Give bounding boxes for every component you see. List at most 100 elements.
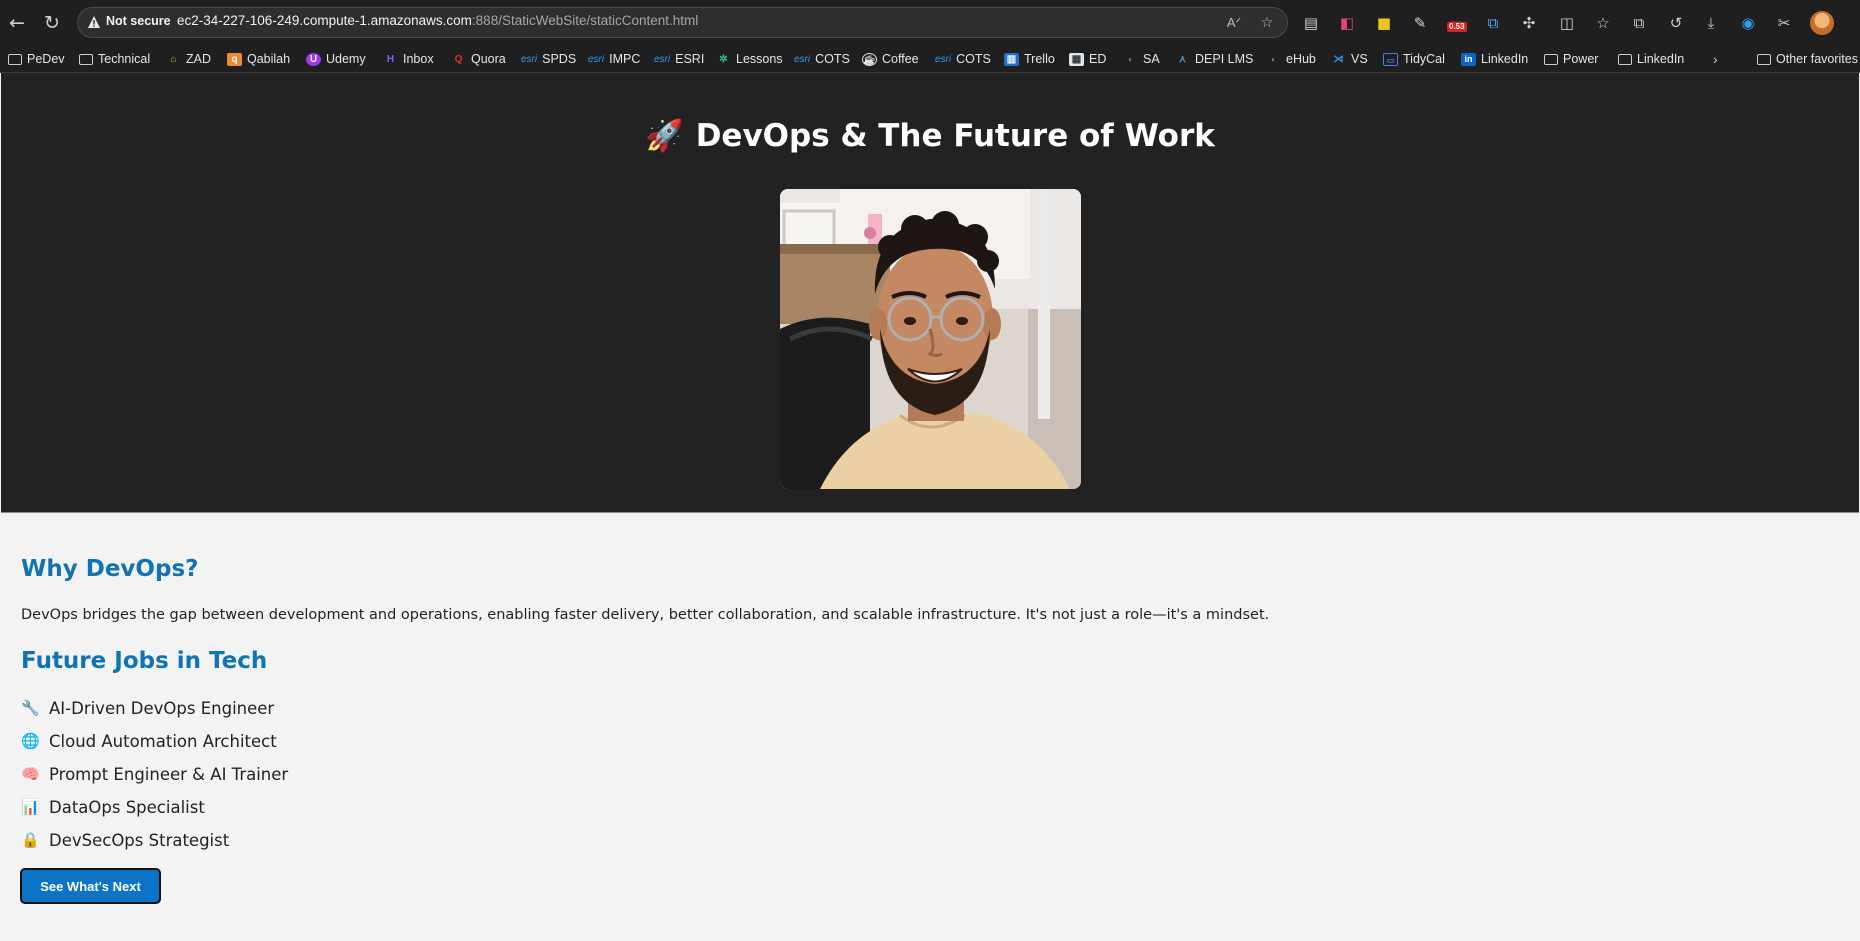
app-icon[interactable]: ▤ bbox=[1299, 11, 1323, 35]
bookmark-cots[interactable]: esri COTS bbox=[794, 51, 850, 67]
bookmark-other-favorites[interactable]: Other favorites bbox=[1757, 51, 1858, 67]
profile-photo-illustration bbox=[780, 189, 1081, 489]
inbox-icon: H bbox=[386, 53, 395, 65]
bookmark-label: DEPI LMS bbox=[1195, 52, 1254, 66]
folder-icon bbox=[1544, 53, 1558, 65]
bookmark-label: Power bbox=[1563, 52, 1599, 66]
extension-icon[interactable]: ◧ bbox=[1335, 11, 1359, 35]
vscode-icon: ⋊ bbox=[1333, 53, 1344, 65]
bookmark-udemy[interactable]: U Udemy bbox=[306, 51, 366, 67]
quora-icon: Q bbox=[454, 53, 463, 65]
bookmark-qabilah[interactable]: q Qabilah bbox=[227, 51, 290, 67]
why-devops-heading: Why DevOps? bbox=[21, 556, 199, 582]
collections-icon[interactable]: ⧉ bbox=[1627, 11, 1651, 35]
split-screen-icon[interactable]: ◫ bbox=[1555, 11, 1579, 35]
bookmark-label: Inbox bbox=[403, 52, 434, 66]
eyedropper-icon[interactable]: ✎ bbox=[1408, 11, 1432, 35]
bookmark-coffee[interactable]: ☕ Coffee bbox=[862, 51, 919, 67]
bookmark-vs[interactable]: ⋊ VS bbox=[1331, 51, 1368, 67]
depi-icon: ⋏ bbox=[1178, 53, 1187, 65]
bookmark-cots-2[interactable]: esri COTS bbox=[935, 51, 991, 67]
bookmark-quora[interactable]: Q Quora bbox=[451, 51, 506, 67]
bookmark-pedev[interactable]: PeDev bbox=[8, 51, 65, 67]
favorite-star-icon[interactable]: ☆ bbox=[1256, 12, 1278, 34]
profile-avatar[interactable] bbox=[1810, 11, 1834, 35]
see-whats-next-button[interactable]: See What's Next bbox=[20, 868, 161, 904]
not-secure-label[interactable]: Not secure bbox=[106, 14, 171, 28]
bookmark-impc[interactable]: esri IMPC bbox=[588, 51, 640, 67]
back-arrow-icon[interactable]: ← bbox=[3, 9, 31, 37]
edge-icon[interactable]: ◉ bbox=[1736, 11, 1760, 35]
qabilah-icon: q bbox=[227, 52, 242, 66]
profile-photo bbox=[780, 189, 1081, 489]
bookmark-label: Other favorites bbox=[1776, 52, 1858, 66]
bookmark-zad[interactable]: ⌂ ZAD bbox=[166, 51, 211, 67]
bookmark-sa[interactable]: ◐ SA bbox=[1123, 51, 1160, 67]
coffee-icon: ☕ bbox=[862, 52, 877, 66]
url-path: :888/StaticWebSite/staticContent.html bbox=[471, 13, 699, 28]
esri-icon: esri bbox=[654, 53, 671, 65]
brain-icon: 🧠 bbox=[21, 765, 40, 783]
bookmark-power[interactable]: Power bbox=[1544, 51, 1598, 67]
bookmark-lessons[interactable]: ✲ Lessons bbox=[716, 51, 782, 67]
bookmark-linkedin[interactable]: in LinkedIn bbox=[1461, 51, 1528, 67]
bookmark-label: SA bbox=[1143, 52, 1160, 66]
rocket-icon: 🚀 bbox=[645, 118, 684, 154]
bookmark-label: SPDS bbox=[542, 52, 577, 66]
web-page: 🚀 DevOps & The Future of Work Why DevOps… bbox=[0, 73, 1860, 941]
job-item-prompt-engineer: 🧠 Prompt Engineer & AI Trainer bbox=[21, 765, 288, 784]
warning-icon[interactable] bbox=[87, 15, 101, 29]
future-jobs-heading: Future Jobs in Tech bbox=[21, 648, 268, 674]
translate-icon[interactable]: ⧉ bbox=[1481, 11, 1505, 35]
history-icon[interactable]: ↺ bbox=[1664, 11, 1688, 35]
folder-icon bbox=[8, 53, 22, 65]
bookmark-spds[interactable]: esri SPDS bbox=[521, 51, 576, 67]
folder-icon bbox=[1618, 53, 1632, 65]
browser-toolbar: ← ↻ Not secure ec2-34-227-106-249.comput… bbox=[0, 0, 1860, 45]
favorites-icon[interactable]: ☆ bbox=[1591, 11, 1615, 35]
bookmark-technical[interactable]: Technical bbox=[79, 51, 150, 67]
address-bar[interactable]: Not secure ec2-34-227-106-249.compute-1.… bbox=[77, 7, 1288, 38]
read-aloud-icon[interactable]: Aᐟ bbox=[1223, 12, 1245, 34]
extension-yellow-icon[interactable]: ■ bbox=[1372, 11, 1396, 35]
trello-icon: ▥ bbox=[1004, 52, 1019, 66]
job-item-dataops: 📊 DataOps Specialist bbox=[21, 798, 205, 817]
bookmark-linkedin-folder[interactable]: LinkedIn bbox=[1618, 51, 1684, 67]
bookmark-label: Technical bbox=[98, 52, 151, 66]
extension-badge: 0.53 bbox=[1447, 22, 1467, 32]
bookmark-tidycal[interactable]: ▭ TidyCal bbox=[1383, 51, 1445, 67]
sa-icon: ◐ bbox=[1128, 54, 1133, 64]
zad-icon: ⌂ bbox=[170, 53, 177, 65]
job-label: Cloud Automation Architect bbox=[49, 732, 277, 751]
bookmark-label: Trello bbox=[1024, 52, 1055, 66]
bookmark-label: LinkedIn bbox=[1481, 52, 1529, 66]
job-label: Prompt Engineer & AI Trainer bbox=[49, 765, 289, 784]
url-text[interactable]: ec2-34-227-106-249.compute-1.amazonaws.c… bbox=[177, 13, 698, 28]
downloads-icon[interactable]: ⤓ bbox=[1699, 11, 1723, 35]
bookmark-label: ESRI bbox=[675, 52, 705, 66]
bookmark-ed[interactable]: ▦ ED bbox=[1069, 51, 1106, 67]
bookmark-esri[interactable]: esri ESRI bbox=[654, 51, 704, 67]
extensions-puzzle-icon[interactable]: ✣ bbox=[1517, 11, 1541, 35]
screenshot-icon[interactable]: ✂ bbox=[1772, 11, 1796, 35]
bookmark-inbox[interactable]: H Inbox bbox=[383, 51, 434, 67]
page-title: 🚀 DevOps & The Future of Work bbox=[1, 117, 1859, 154]
bookmark-label: Qabilah bbox=[247, 52, 291, 66]
job-item-ai-devops: 🔧 AI-Driven DevOps Engineer bbox=[21, 699, 274, 718]
bookmark-ehub[interactable]: ◐ eHub bbox=[1266, 51, 1316, 67]
udemy-icon: U bbox=[306, 52, 321, 66]
lessons-icon: ✲ bbox=[719, 53, 728, 65]
job-label: DataOps Specialist bbox=[49, 798, 205, 817]
chevron-right-icon[interactable]: › bbox=[1713, 51, 1718, 67]
job-item-cloud-automation: 🌐 Cloud Automation Architect bbox=[21, 732, 277, 751]
folder-icon bbox=[1757, 53, 1771, 65]
bookmark-trello[interactable]: ▥ Trello bbox=[1004, 51, 1055, 67]
bookmark-label: Quora bbox=[471, 52, 506, 66]
bookmark-label: IMPC bbox=[609, 52, 641, 66]
bookmark-label: COTS bbox=[815, 52, 850, 66]
bookmark-depi-lms[interactable]: ⋏ DEPI LMS bbox=[1175, 51, 1254, 67]
ehub-icon: ◐ bbox=[1271, 54, 1276, 64]
reload-icon[interactable]: ↻ bbox=[38, 9, 66, 37]
esri-icon: esri bbox=[935, 53, 952, 65]
esri-icon: esri bbox=[521, 53, 538, 65]
